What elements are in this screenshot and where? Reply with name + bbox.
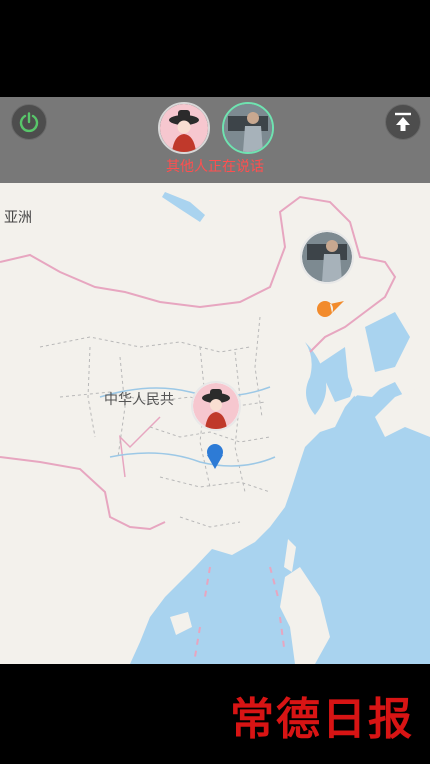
speaker-avatar-female[interactable] bbox=[158, 102, 210, 154]
talking-status-text: 其他人正在说话 bbox=[166, 159, 264, 175]
map-label-china: 中华人民共 bbox=[104, 392, 174, 408]
male-avatar-icon bbox=[302, 232, 352, 282]
female-avatar-icon bbox=[160, 104, 208, 152]
male-avatar-icon bbox=[224, 104, 272, 152]
power-button[interactable] bbox=[11, 104, 47, 140]
female-avatar-marker[interactable] bbox=[191, 381, 241, 431]
upload-top-icon bbox=[395, 112, 411, 131]
male-avatar-marker[interactable] bbox=[300, 230, 354, 284]
top-letterbox bbox=[0, 0, 430, 97]
pin-to-top-button[interactable] bbox=[385, 104, 421, 140]
power-icon bbox=[19, 112, 39, 133]
female-avatar-icon bbox=[193, 383, 239, 429]
speaker-avatar-male[interactable] bbox=[222, 102, 274, 154]
map-label-asia: 亚洲 bbox=[4, 210, 32, 226]
changde-daily-logo: 常德日报 bbox=[230, 694, 414, 745]
